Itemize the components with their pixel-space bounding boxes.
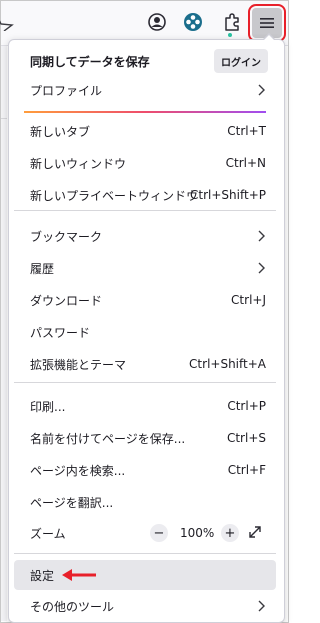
menu-item-label: 設定 [30,568,55,583]
menu-item-label: ページ内を検索... [30,463,126,478]
hamburger-menu-icon [260,18,274,28]
menu-item-label: 新しいプライベートウィンドウ [30,188,199,203]
profile-accent-line [24,111,266,113]
menu-item-addons[interactable]: 拡張機能とテーマ Ctrl+Shift+A [14,349,276,379]
menu-item-more-tools[interactable]: その他のツール [14,591,276,621]
shortcut-label: Ctrl+N [225,156,266,170]
shortcut-label: Ctrl+Shift+A [189,357,266,371]
menu-item-print[interactable]: 印刷... Ctrl+P [14,391,276,421]
extension-icon[interactable] [183,12,203,32]
menu-item-settings[interactable]: 設定 [14,560,276,590]
menu-item-label: ブックマーク [30,229,103,244]
shortcut-label: Ctrl+S [226,431,266,445]
panel-arrow-fill [263,35,275,41]
menu-separator [14,553,276,554]
menu-item-label: 履歴 [30,261,55,276]
chevron-right-icon [258,262,265,274]
shortcut-label: Ctrl+F [227,463,266,477]
zoom-in-button[interactable]: + [221,524,239,542]
sync-title: 同期してデータを保存 [30,54,150,69]
menu-item-bookmarks[interactable]: ブックマーク [14,221,276,251]
shortcut-label: Ctrl+P [227,399,266,413]
chevron-right-icon [258,600,265,612]
chevron-right-icon [258,84,265,96]
menu-item-label: 名前を付けてページを保存... [30,431,186,446]
fullscreen-icon[interactable] [248,525,262,539]
menu-item-passwords[interactable]: パスワード [14,317,276,347]
menu-item-label: ページを翻訳... [30,495,114,510]
menu-separator [14,210,276,211]
menu-item-new-private-window[interactable]: 新しいプライベートウィンドウ Ctrl+Shift+P [14,180,276,210]
menu-item-label: 拡張機能とテーマ [30,357,127,372]
menu-item-history[interactable]: 履歴 [14,253,276,283]
annotation-arrow-icon [62,569,96,581]
shortcut-label: Ctrl+J [231,293,266,307]
menu-item-save-page[interactable]: 名前を付けてページを保存... Ctrl+S [14,423,276,453]
shortcut-label: Ctrl+T [227,124,266,138]
chevron-right-icon [258,230,265,242]
menu-item-translate[interactable]: ページを翻訳... [14,487,276,517]
menu-item-label: ズーム [30,526,66,541]
page-background [1,46,7,621]
menu-item-new-window[interactable]: 新しいウィンドウ Ctrl+N [14,148,276,178]
login-button[interactable]: ログイン [214,49,268,73]
menu-item-label: プロファイル [30,83,103,98]
menu-item-label: パスワード [30,325,91,340]
menu-item-profile[interactable]: プロファイル [14,75,276,105]
menu-item-label: 新しいウィンドウ [30,156,127,171]
notification-dot [228,33,232,37]
account-icon[interactable] [147,12,167,32]
zoom-out-button[interactable]: − [150,524,168,542]
menu-item-label: 印刷... [30,399,66,414]
menu-item-downloads[interactable]: ダウンロード Ctrl+J [14,285,276,315]
puzzle-icon[interactable] [221,11,243,33]
zoom-level[interactable]: 100% [180,526,214,540]
shortcut-label: Ctrl+Shift+P [190,188,266,202]
menu-item-label: 新しいタブ [30,124,91,139]
menu-separator [14,382,276,383]
star-icon[interactable] [0,11,14,31]
menu-item-new-tab[interactable]: 新しいタブ Ctrl+T [14,116,276,146]
menu-item-label: ダウンロード [30,293,103,308]
divider [1,118,7,119]
menu-item-find[interactable]: ページ内を検索... Ctrl+F [14,455,276,485]
menu-item-label: その他のツール [30,599,115,614]
